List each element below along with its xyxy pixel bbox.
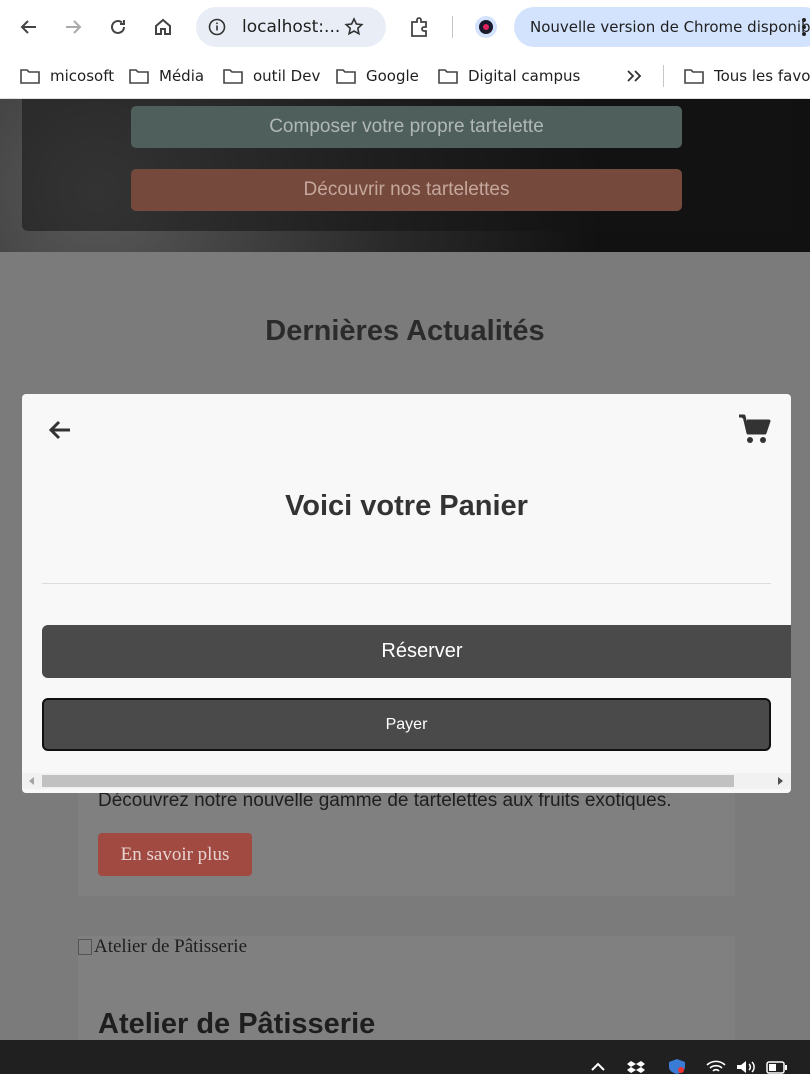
hero-banner: Composer votre propre tartelette Découvr… (0, 99, 810, 252)
scroll-right-icon[interactable] (778, 777, 783, 785)
security-shield-icon[interactable] (667, 1058, 687, 1074)
news-card-text: Découvrez notre nouvelle gamme de tartel… (98, 790, 672, 811)
news-card-image: Atelier de Pâtisserie (78, 936, 247, 958)
cart-icon[interactable] (738, 412, 772, 446)
chevron-up-icon[interactable] (590, 1062, 606, 1072)
bookmark-label[interactable]: Digital campus (468, 67, 580, 85)
bookmark-label[interactable]: Google (366, 67, 419, 85)
update-text[interactable]: Nouvelle version de Chrome disponible (530, 18, 810, 36)
broken-image-icon (78, 939, 92, 955)
back-icon[interactable] (11, 9, 47, 45)
address-bar[interactable]: localhost:... (196, 7, 386, 47)
bookmark-folder[interactable]: Digital campus (438, 65, 580, 87)
bookmark-star-icon[interactable] (344, 17, 364, 37)
reload-icon[interactable] (100, 9, 136, 45)
home-icon[interactable] (145, 9, 181, 45)
more-bookmarks-icon[interactable] (626, 65, 652, 87)
page-viewport: Composer votre propre tartelette Découvr… (0, 99, 810, 1040)
pay-button[interactable]: Payer (42, 698, 771, 751)
hero-card: Composer votre propre tartelette Découvr… (22, 99, 792, 231)
extensions-icon[interactable] (401, 9, 437, 45)
taskbar (0, 1040, 810, 1074)
bookmark-label[interactable]: outil Dev (253, 67, 320, 85)
address-text[interactable]: localhost:... (242, 17, 340, 37)
cart-modal: Voici votre Panier Réserver Payer (22, 394, 791, 793)
horizontal-scrollbar[interactable] (22, 773, 791, 789)
battery-icon[interactable] (766, 1061, 788, 1074)
bookmark-label[interactable]: Média (159, 67, 204, 85)
folder-icon (223, 69, 243, 84)
bookmark-label[interactable]: micosoft (50, 67, 114, 85)
compose-button[interactable]: Composer votre propre tartelette (131, 106, 682, 148)
scrollbar-thumb[interactable] (42, 775, 734, 787)
news-card: Atelier de Pâtisserie Atelier de Pâtisse… (78, 936, 735, 1040)
bookmarks-bar: micosoft Média outil Dev Google Digital … (0, 55, 810, 99)
learn-more-button[interactable]: En savoir plus (98, 833, 252, 876)
image-alt-text: Atelier de Pâtisserie (94, 936, 248, 957)
news-card-title: Atelier de Pâtisserie (98, 1008, 376, 1040)
profile-avatar[interactable] (468, 9, 504, 45)
menu-kebab-icon[interactable] (801, 17, 807, 42)
bookmark-folder[interactable]: micosoft (20, 65, 114, 87)
wifi-icon[interactable] (706, 1060, 726, 1074)
chrome-update-button[interactable]: Nouvelle version de Chrome disponible (514, 7, 810, 47)
bookmark-label[interactable]: Tous les favoris (714, 67, 810, 85)
folder-icon (438, 69, 458, 84)
dropbox-icon[interactable] (627, 1060, 645, 1074)
back-arrow-icon[interactable] (46, 416, 74, 444)
discover-button[interactable]: Découvrir nos tartelettes (131, 169, 682, 211)
bookmark-folder[interactable]: outil Dev (223, 65, 320, 87)
news-section-title: Dernières Actualités (265, 315, 545, 347)
folder-icon (129, 69, 149, 84)
scroll-left-icon[interactable] (29, 777, 34, 785)
volume-icon[interactable] (736, 1060, 756, 1074)
divider (42, 583, 771, 584)
bookmark-folder[interactable]: Google (336, 65, 419, 87)
modal-title: Voici votre Panier (285, 490, 528, 522)
browser-toolbar: localhost:... Nouvelle version de Chrome… (0, 0, 810, 55)
site-info-icon[interactable] (208, 18, 226, 36)
bookmark-folder[interactable]: Média (129, 65, 204, 87)
reserve-button[interactable]: Réserver (42, 625, 791, 678)
all-bookmarks-folder[interactable]: Tous les favoris (684, 65, 810, 87)
folder-icon (684, 69, 704, 84)
forward-icon[interactable] (55, 9, 91, 45)
folder-icon (20, 69, 40, 84)
folder-icon (336, 69, 356, 84)
